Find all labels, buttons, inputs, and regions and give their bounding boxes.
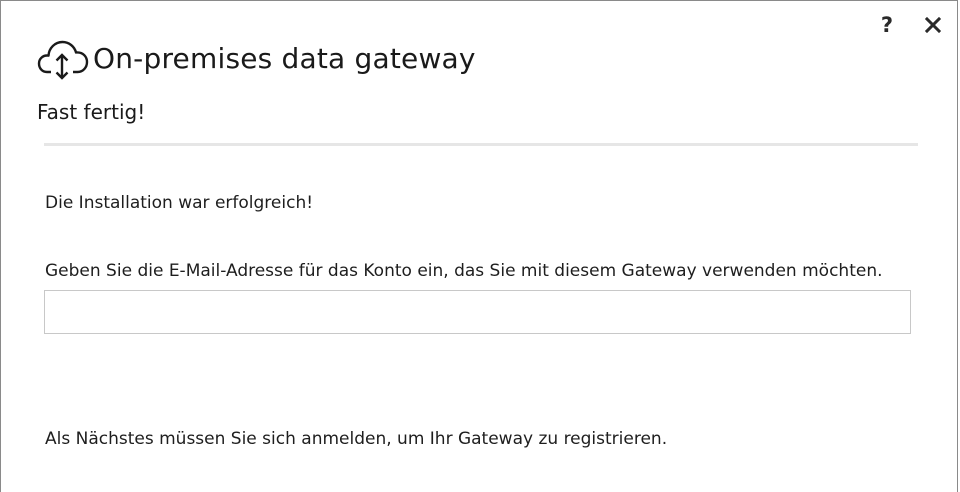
close-button[interactable] [921, 11, 945, 39]
cloud-upload-download-icon [37, 40, 89, 80]
email-label: Geben Sie die E-Mail-Adresse für das Kon… [45, 261, 883, 281]
app-header: On-premises data gateway [37, 33, 476, 83]
header-divider [44, 143, 918, 146]
installer-window: ? On-premises data gateway Fast fertig! … [0, 0, 958, 492]
app-title: On-premises data gateway [93, 41, 476, 75]
email-input[interactable] [44, 290, 911, 334]
step-title: Fast fertig! [37, 100, 146, 124]
close-icon [925, 17, 941, 33]
next-step-message: Als Nächstes müssen Sie sich anmelden, u… [45, 429, 668, 449]
help-button[interactable]: ? [875, 11, 899, 39]
success-message: Die Installation war erfolgreich! [45, 193, 314, 213]
